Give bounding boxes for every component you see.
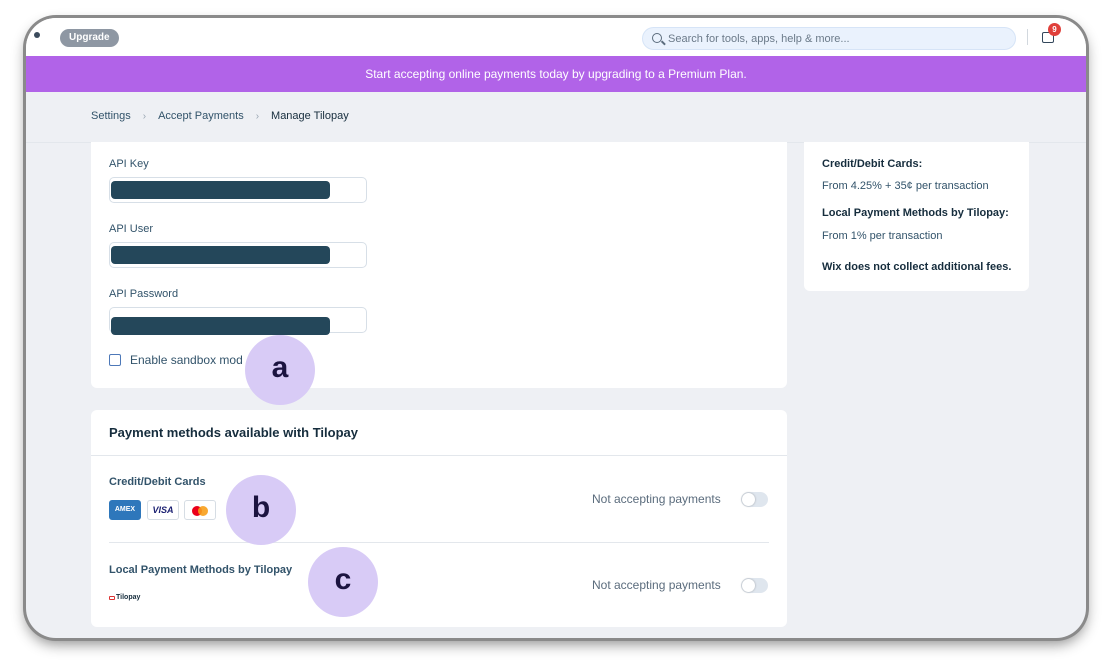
payment-methods-card: Payment methods available with Tilopay C… [91, 410, 787, 627]
tilopay-logo-mark [109, 595, 115, 600]
local-toggle[interactable] [741, 578, 768, 593]
redacted-value [111, 181, 330, 199]
annotation-a: a [245, 335, 315, 405]
chevron-right-icon: › [255, 110, 260, 122]
redacted-value [111, 246, 330, 264]
fees-card: Credit/Debit Cards: From 4.25% + 35¢ per… [804, 142, 1029, 291]
divider [91, 455, 787, 456]
fees-note: Wix does not collect additional fees. [822, 261, 1012, 273]
tilopay-logo-text: Tilopay [116, 594, 141, 601]
breadcrumb-manage-tilopay: Manage Tilopay [271, 110, 349, 122]
divider [109, 542, 769, 543]
chevron-right-icon: › [142, 110, 147, 122]
app-window: Upgrade Search for tools, apps, help & m… [26, 18, 1086, 638]
cards-toggle[interactable] [741, 492, 768, 507]
method-local-status: Not accepting payments [592, 578, 721, 592]
sandbox-label[interactable]: Enable sandbox mod [130, 353, 243, 367]
fees-local-heading: Local Payment Methods by Tilopay: [822, 207, 1009, 219]
api-user-label: API User [109, 223, 154, 235]
menu-dot-icon[interactable] [34, 32, 40, 38]
api-key-field[interactable] [109, 177, 367, 203]
notification-badge: 9 [1048, 23, 1061, 36]
breadcrumb: Settings › Accept Payments › Manage Tilo… [91, 110, 349, 122]
search-input[interactable]: Search for tools, apps, help & more... [642, 27, 1016, 50]
mastercard-circle-orange [198, 506, 208, 516]
toggle-knob [742, 493, 755, 506]
breadcrumb-settings[interactable]: Settings [91, 110, 131, 122]
api-key-label: API Key [109, 158, 149, 170]
fees-local-value: From 1% per transaction [822, 230, 943, 242]
toolbar-divider [1027, 29, 1028, 45]
redacted-value [111, 317, 330, 335]
method-cards-name: Credit/Debit Cards [109, 476, 206, 488]
credentials-card: API Key API User API Password Enable san… [91, 142, 787, 388]
sandbox-checkbox[interactable] [109, 354, 121, 366]
amex-logo: AMEX [109, 500, 141, 520]
annotation-c: c [308, 547, 378, 617]
annotation-b: b [226, 475, 296, 545]
premium-banner[interactable]: Start accepting online payments today by… [26, 56, 1086, 92]
api-password-field[interactable] [109, 307, 367, 335]
upgrade-button[interactable]: Upgrade [60, 29, 119, 47]
method-cards-status: Not accepting payments [592, 492, 721, 506]
api-user-field[interactable] [109, 242, 367, 268]
search-placeholder: Search for tools, apps, help & more... [668, 33, 850, 45]
payment-methods-title: Payment methods available with Tilopay [109, 425, 358, 440]
tilopay-logo: Tilopay [109, 594, 140, 601]
search-icon [652, 33, 662, 43]
visa-logo: VISA [147, 500, 179, 520]
top-bar: Upgrade Search for tools, apps, help & m… [26, 18, 1086, 56]
method-local-name: Local Payment Methods by Tilopay [109, 564, 293, 576]
breadcrumb-accept-payments[interactable]: Accept Payments [158, 110, 244, 122]
mastercard-logo [184, 500, 216, 520]
fees-cards-value: From 4.25% + 35¢ per transaction [822, 180, 989, 192]
fees-cards-heading: Credit/Debit Cards: [822, 158, 923, 170]
api-password-label: API Password [109, 288, 179, 300]
toggle-knob [742, 579, 755, 592]
